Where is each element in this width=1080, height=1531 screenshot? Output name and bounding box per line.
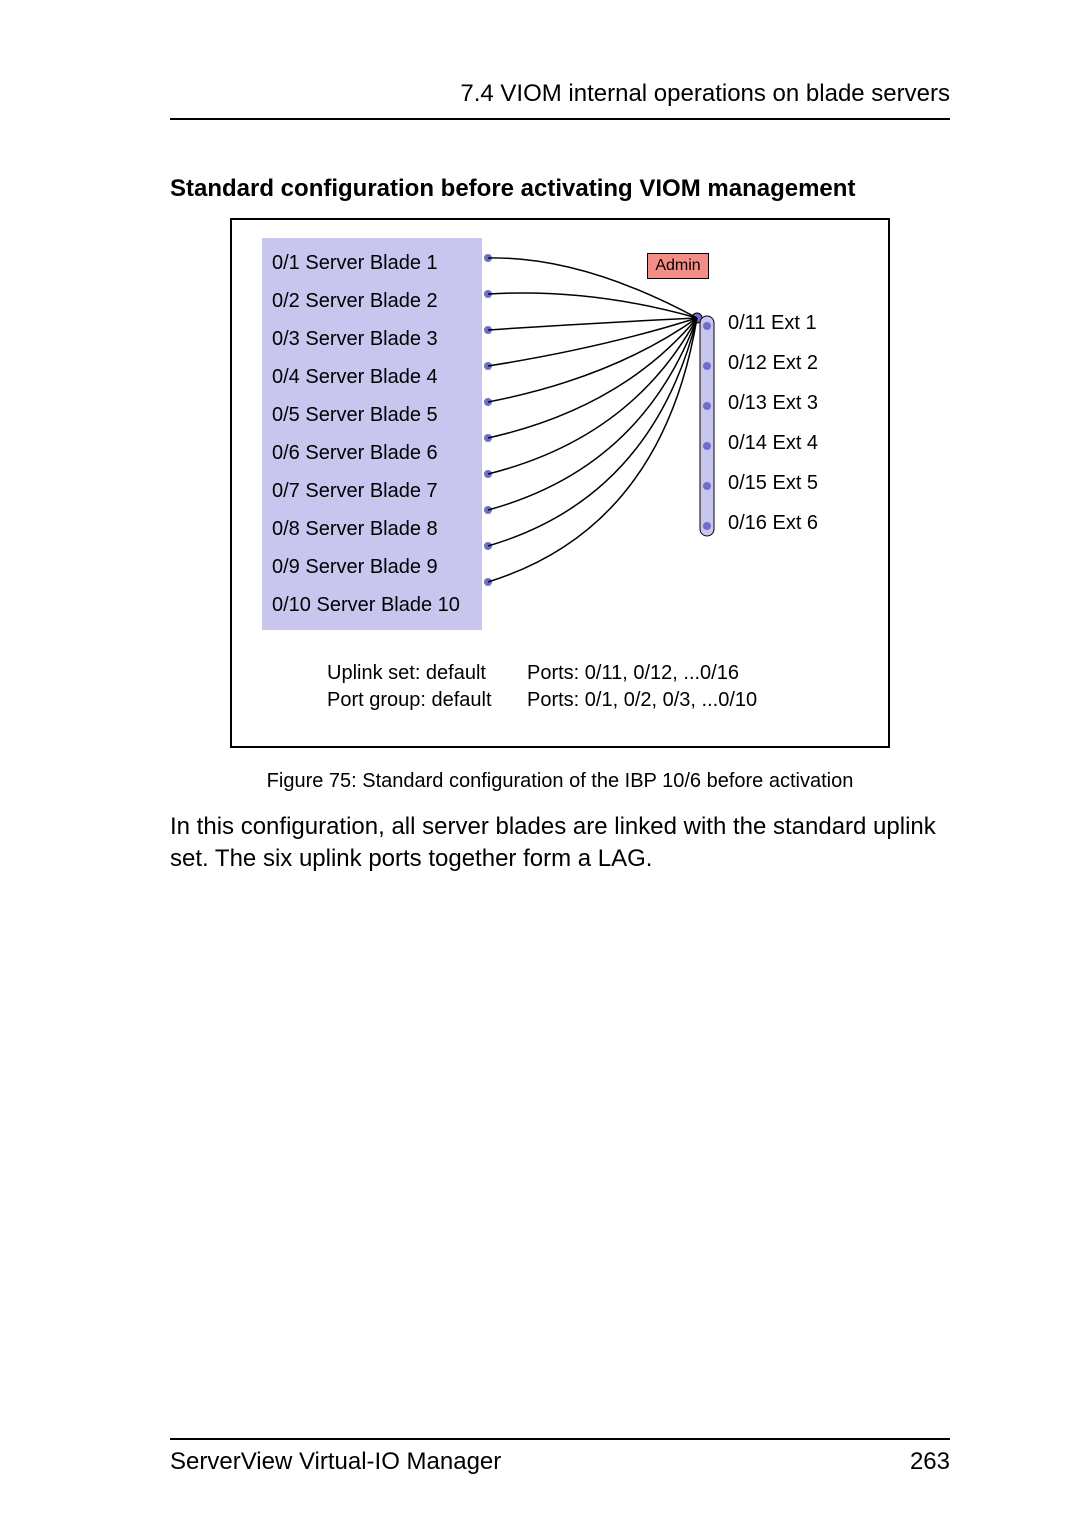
- legend-label: Uplink set: default: [327, 662, 507, 685]
- admin-label: Admin: [647, 253, 709, 279]
- blade-item: 0/3 Server Blade 3: [270, 320, 474, 358]
- blade-item: 0/4 Server Blade 4: [270, 358, 474, 396]
- legend-value: Ports: 0/11, 0/12, ...0/16: [527, 662, 739, 685]
- ext-port-item: 0/11 Ext 1: [722, 303, 852, 343]
- page: 7.4 VIOM internal operations on blade se…: [0, 0, 1080, 1531]
- legend-row-uplink: Uplink set: default Ports: 0/11, 0/12, .…: [327, 662, 868, 685]
- footer-page-number: 263: [910, 1448, 950, 1476]
- footer-doc-title: ServerView Virtual-IO Manager: [170, 1448, 501, 1476]
- blade-item: 0/10 Server Blade 10: [270, 586, 474, 624]
- blade-item: 0/5 Server Blade 5: [270, 396, 474, 434]
- blade-item: 0/2 Server Blade 2: [270, 282, 474, 320]
- connections-svg: [482, 238, 722, 608]
- ext-port-item: 0/13 Ext 3: [722, 383, 852, 423]
- blade-item: 0/6 Server Blade 6: [270, 434, 474, 472]
- legend-label: Port group: default: [327, 689, 507, 712]
- blade-item: 0/7 Server Blade 7: [270, 472, 474, 510]
- ext-port-item: 0/16 Ext 6: [722, 503, 852, 543]
- ext-ports-column: 0/11 Ext 1 0/12 Ext 2 0/13 Ext 3 0/14 Ex…: [722, 238, 852, 543]
- server-blades-column: 0/1 Server Blade 1 0/2 Server Blade 2 0/…: [262, 238, 482, 630]
- ext-port-item: 0/12 Ext 2: [722, 343, 852, 383]
- page-header: 7.4 VIOM internal operations on blade se…: [170, 80, 950, 108]
- blade-item: 0/8 Server Blade 8: [270, 510, 474, 548]
- ext-port-item: 0/15 Ext 5: [722, 463, 852, 503]
- footer-rule: [170, 1438, 950, 1440]
- figure-box: 0/1 Server Blade 1 0/2 Server Blade 2 0/…: [230, 218, 890, 748]
- diagram: 0/1 Server Blade 1 0/2 Server Blade 2 0/…: [262, 238, 868, 630]
- connection-diagram: Admin: [482, 238, 722, 608]
- legend-value: Ports: 0/1, 0/2, 0/3, ...0/10: [527, 689, 757, 712]
- blade-item: 0/9 Server Blade 9: [270, 548, 474, 586]
- figure-caption: Figure 75: Standard configuration of the…: [170, 770, 950, 793]
- blade-item: 0/1 Server Blade 1: [270, 244, 474, 282]
- ext-port-item: 0/14 Ext 4: [722, 423, 852, 463]
- header-rule: [170, 118, 950, 120]
- section-title: Standard configuration before activating…: [170, 175, 950, 203]
- diagram-legend: Uplink set: default Ports: 0/11, 0/12, .…: [262, 662, 868, 712]
- page-footer: ServerView Virtual-IO Manager 263: [170, 1430, 950, 1476]
- body-paragraph: In this configuration, all server blades…: [170, 811, 950, 876]
- legend-row-portgroup: Port group: default Ports: 0/1, 0/2, 0/3…: [327, 689, 868, 712]
